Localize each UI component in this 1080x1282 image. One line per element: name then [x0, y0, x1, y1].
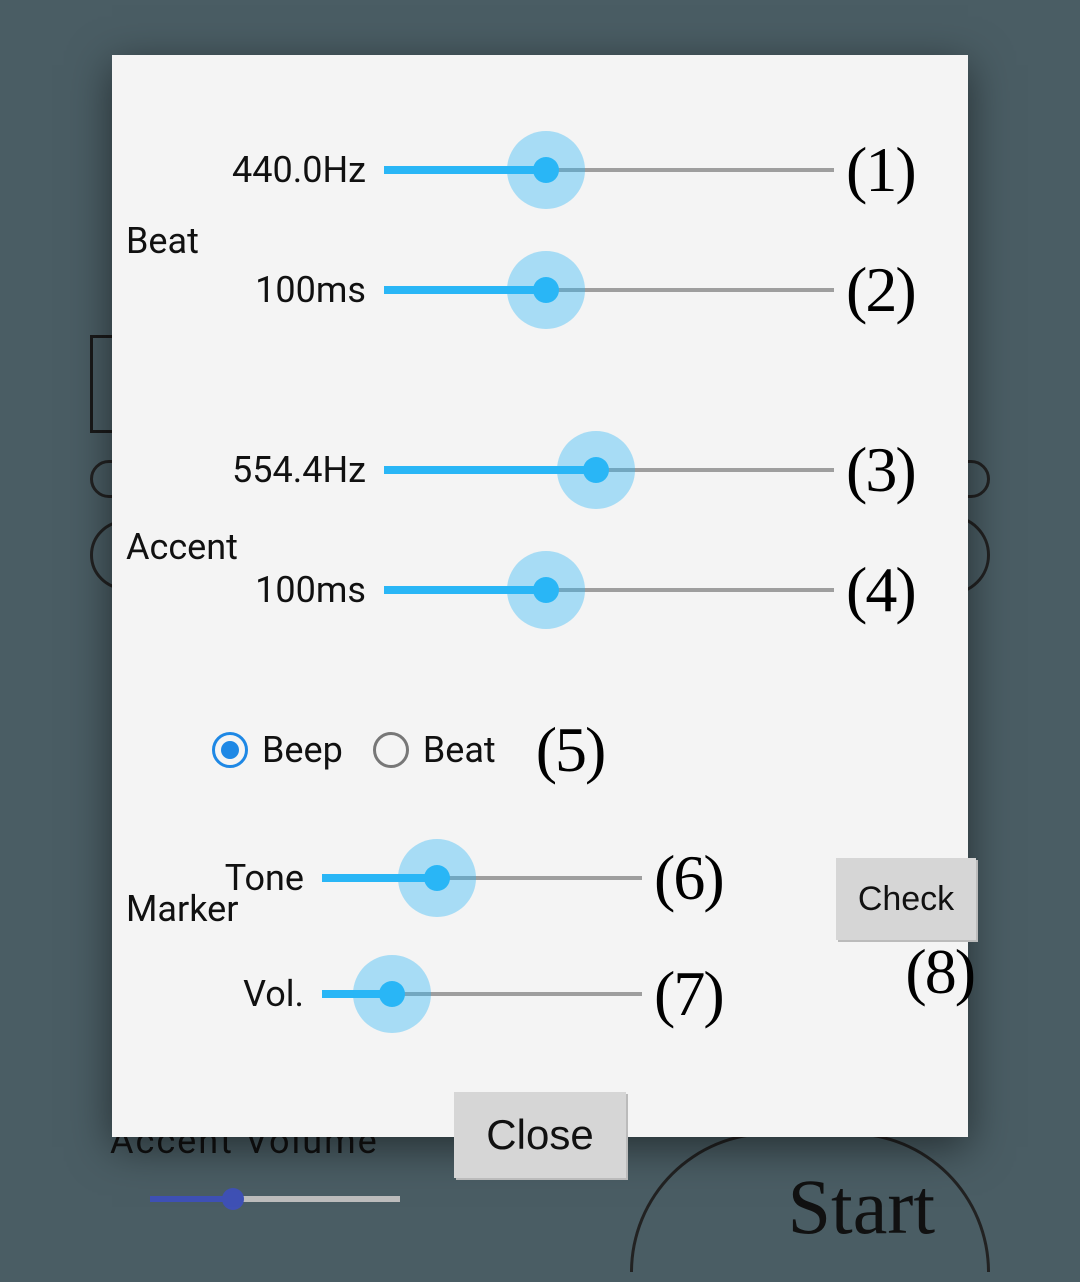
- annotation-1: (1): [846, 133, 915, 207]
- marker-vol-slider[interactable]: [322, 992, 642, 996]
- accent-freq-row: 554.4Hz (3): [112, 410, 968, 530]
- beat-section: Beat 440.0Hz (1) 100ms (2): [112, 110, 968, 350]
- accent-dur-row: 100ms (4): [112, 530, 968, 650]
- annotation-7: (7): [654, 957, 723, 1031]
- accent-label: Accent: [126, 526, 238, 568]
- radio-beep[interactable]: [212, 732, 248, 768]
- settings-dialog: Beat 440.0Hz (1) 100ms (2) Accent 554.4H…: [112, 55, 968, 1137]
- close-button[interactable]: Close: [454, 1092, 626, 1178]
- radio-beep-label[interactable]: Beep: [262, 729, 343, 771]
- marker-vol-row: Vol. (7): [112, 936, 968, 1052]
- marker-radio-row: Beep Beat (5): [112, 710, 968, 790]
- beat-dur-slider[interactable]: [384, 288, 834, 292]
- annotation-2: (2): [846, 253, 915, 327]
- check-button[interactable]: Check: [836, 858, 976, 940]
- accent-freq-slider[interactable]: [384, 468, 834, 472]
- beat-label: Beat: [126, 220, 199, 262]
- annotation-6: (6): [654, 841, 723, 915]
- annotation-4: (4): [846, 553, 915, 627]
- marker-vol-label: Vol.: [112, 973, 322, 1015]
- accent-dur-slider[interactable]: [384, 588, 834, 592]
- accent-freq-value: 554.4Hz: [112, 449, 384, 491]
- beat-freq-row: 440.0Hz (1): [112, 110, 968, 230]
- beat-dur-row: 100ms (2): [112, 230, 968, 350]
- marker-section: Marker Beep Beat (5) Tone (6) Vol. (7) C…: [112, 710, 968, 1052]
- beat-dur-value: 100ms: [112, 269, 384, 311]
- beat-freq-value: 440.0Hz: [112, 149, 384, 191]
- annotation-8: (8): [905, 935, 974, 1009]
- radio-beat[interactable]: [373, 732, 409, 768]
- radio-beat-label[interactable]: Beat: [423, 729, 496, 771]
- marker-tone-slider[interactable]: [322, 876, 642, 880]
- annotation-5: (5): [536, 713, 605, 787]
- bg-start-label[interactable]: Start: [788, 1162, 935, 1252]
- accent-section: Accent 554.4Hz (3) 100ms (4): [112, 410, 968, 650]
- beat-freq-slider[interactable]: [384, 168, 834, 172]
- bg-accent-volume-slider[interactable]: [150, 1196, 400, 1202]
- annotation-3: (3): [846, 433, 915, 507]
- marker-label: Marker: [126, 888, 238, 930]
- accent-dur-value: 100ms: [112, 569, 384, 611]
